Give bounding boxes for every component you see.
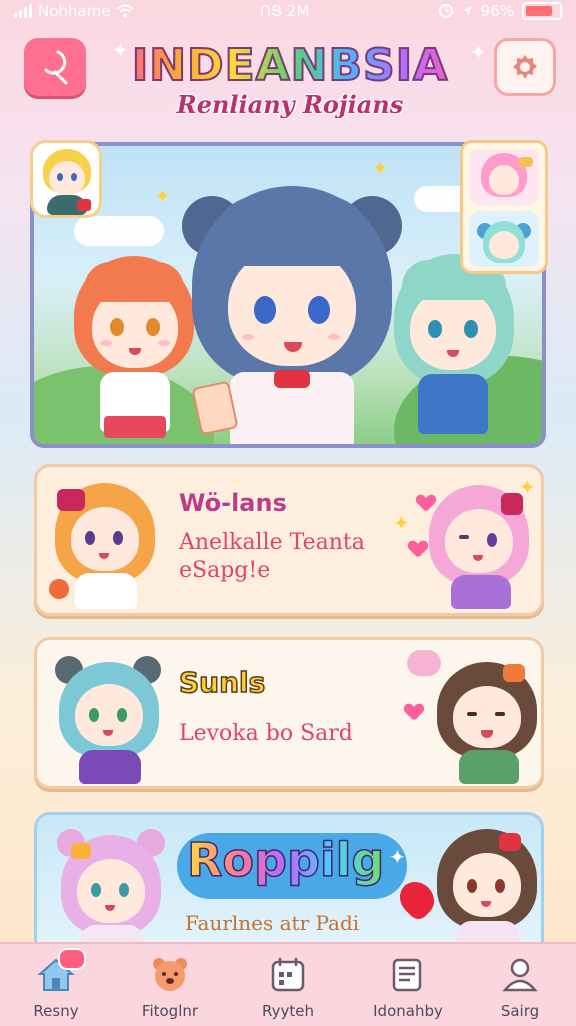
heart-icon xyxy=(405,704,423,720)
nav-label: Resny xyxy=(33,1002,79,1020)
sparkle-icon: ✦ xyxy=(112,38,129,62)
menu-card-3[interactable]: Roppilg Faurlnes atr Padi ✦ xyxy=(34,812,544,962)
nav-item-profile[interactable]: Sairg xyxy=(470,950,570,1020)
thumbnail-pink-character[interactable] xyxy=(469,149,539,205)
sparkle-icon: ✦ xyxy=(393,511,410,535)
bottom-nav: Resny Fitoglnr Ryyteh Idonahby Sairg xyxy=(0,942,576,1026)
heart-icon xyxy=(409,541,427,557)
character-brown-hair xyxy=(433,658,541,786)
settings-button[interactable] xyxy=(494,38,556,96)
thumbnail-teal-character[interactable] xyxy=(469,211,539,267)
character-orange-hair xyxy=(49,479,161,609)
nav-item-notes[interactable]: Idonahby xyxy=(358,950,458,1020)
battery-icon xyxy=(522,2,562,20)
sparkle-icon: ✦ xyxy=(519,475,536,499)
nav-label: Ryyteh xyxy=(262,1002,314,1020)
menu-card-2[interactable]: Sunls Levoka bo Sard xyxy=(34,637,544,789)
character-blue-hair xyxy=(182,156,402,444)
character-teal-hair xyxy=(384,254,524,444)
card-title: Roppilg xyxy=(186,832,385,888)
notification-badge xyxy=(58,948,86,970)
sparkle-icon: ✦ xyxy=(389,845,406,869)
character-cyan-hair xyxy=(53,654,165,784)
card-description: Faurlnes atr Padi xyxy=(185,911,360,935)
status-bar: Nohhame ՈՑ 2M 96% xyxy=(0,0,576,24)
card-description: Levoka bo Sard xyxy=(179,721,353,746)
bear-face-icon xyxy=(150,954,190,994)
profile-icon xyxy=(500,954,540,994)
signal-bars-icon xyxy=(14,4,32,18)
app-subtitle: Renliany Rojians xyxy=(176,90,404,119)
home-icon xyxy=(36,948,86,994)
app-header: INDEANBSIA Renliany Rojians xyxy=(120,39,460,119)
battery-percent: 96% xyxy=(480,2,514,20)
sparkle-icon: ✦ xyxy=(470,40,487,64)
profile-avatar[interactable] xyxy=(30,140,102,218)
menu-card-1[interactable]: Wö-lans Anelkalle Teanta eSapg!e ✦ ✦ xyxy=(34,464,544,616)
nav-label: Idonahby xyxy=(373,1002,443,1020)
carrier-name: Nohhame xyxy=(38,2,111,20)
card-title: Wö-lans xyxy=(179,489,287,517)
app-title: INDEANBSIA xyxy=(120,39,460,92)
status-time: ՈՑ 2M xyxy=(260,2,310,20)
nav-item-schedule[interactable]: Ryyteh xyxy=(238,950,338,1020)
sparkle-icon: ✦ xyxy=(154,184,171,208)
nav-item-home[interactable]: Resny xyxy=(6,948,106,1020)
settings-icon xyxy=(513,55,537,79)
card-description: Anelkalle Teanta eSapg!e xyxy=(179,530,365,583)
card-title: Sunls xyxy=(178,665,266,700)
clock-icon xyxy=(438,4,453,18)
speech-bubble-icon xyxy=(407,650,441,676)
search-button[interactable] xyxy=(24,38,86,96)
heart-icon xyxy=(417,495,435,511)
character-thumbnails[interactable] xyxy=(460,140,548,274)
wifi-icon xyxy=(116,4,135,18)
notes-icon xyxy=(388,954,428,994)
search-icon xyxy=(44,50,68,85)
nav-label: Fitoglnr xyxy=(141,1002,199,1020)
nav-label: Sairg xyxy=(500,1002,540,1020)
calendar-icon xyxy=(268,954,308,994)
nav-item-friends[interactable]: Fitoglnr xyxy=(120,950,220,1020)
location-arrow-icon xyxy=(461,6,472,16)
